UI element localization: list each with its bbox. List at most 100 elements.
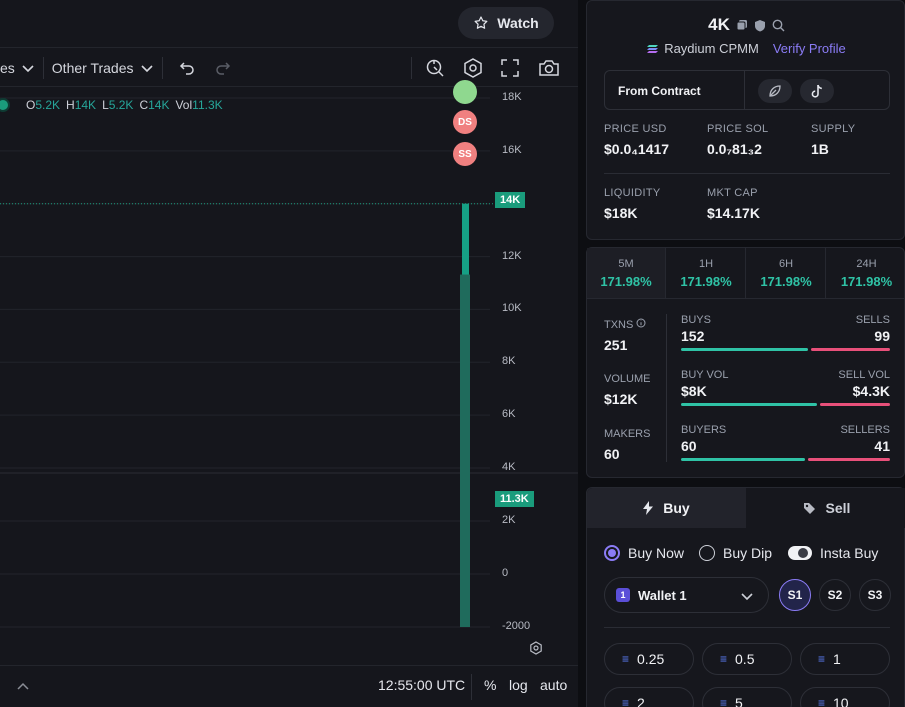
- makers-label: MAKERS: [604, 428, 651, 440]
- timeframe-stats-card: 5M 171.98% 1H 171.98% 6H 171.98% 24H 171…: [586, 247, 905, 478]
- trades-dropdown[interactable]: Other Trades: [52, 49, 154, 87]
- tab-6h[interactable]: 6H 171.98%: [747, 248, 826, 298]
- amount-button[interactable]: ≡ 2: [604, 687, 694, 707]
- solana-icon: ≡: [622, 652, 630, 666]
- chevron-up-icon[interactable]: [16, 680, 30, 694]
- tab-24h[interactable]: 24H 171.98%: [827, 248, 905, 298]
- price-axis-tick: 8K: [502, 355, 516, 368]
- settings-hex-icon[interactable]: [462, 57, 484, 79]
- stat-value: 0.0₇81₃2: [707, 141, 762, 157]
- toggle-switch: [788, 546, 812, 560]
- chevron-down-icon: [740, 589, 754, 603]
- volume-tag: 11.3K: [495, 491, 534, 507]
- shield-icon[interactable]: [754, 19, 766, 32]
- auto-toggle[interactable]: auto: [540, 677, 567, 693]
- buys-sells-bar: [681, 348, 890, 351]
- amount-button[interactable]: ≡ 10: [800, 687, 890, 707]
- buys-value: 152: [681, 328, 705, 344]
- undo-icon[interactable]: [177, 59, 195, 77]
- slot-s2-button[interactable]: S2: [819, 579, 851, 611]
- volume-bar: [460, 274, 470, 627]
- insta-buy-label: Insta Buy: [820, 545, 879, 561]
- stat-label: LIQUIDITY: [604, 187, 661, 199]
- copy-icon[interactable]: [736, 19, 748, 31]
- toolbar-divider: [410, 56, 412, 79]
- sellers-label: SELLERS: [840, 424, 890, 436]
- series-dot: [0, 100, 8, 110]
- trade-marker[interactable]: [453, 80, 477, 104]
- amount-label: 0.25: [637, 651, 665, 667]
- buy-now-option[interactable]: Buy Now: [604, 545, 684, 561]
- stat-label: PRICE SOL: [707, 123, 769, 135]
- ohlc-legend: O 5.2K H 14K L 5.2K C 14K Vol 11.3K: [0, 98, 223, 112]
- buyvol-label: BUY VOL: [681, 369, 729, 381]
- insta-buy-toggle[interactable]: Insta Buy: [788, 545, 878, 561]
- buy-bar: [681, 458, 806, 461]
- info-icon[interactable]: [636, 318, 646, 328]
- amount-label: 1: [833, 651, 841, 667]
- token-subtitle-row: Raydium CPMM Verify Profile: [587, 41, 905, 56]
- tab-1h[interactable]: 1H 171.98%: [667, 248, 746, 298]
- txns-label-row: TXNS: [604, 318, 646, 331]
- price-axis-tick: 2K: [502, 514, 516, 526]
- buy-dip-option[interactable]: Buy Dip: [699, 545, 772, 561]
- radio-unselected: [699, 545, 715, 561]
- camera-icon[interactable]: [538, 58, 560, 78]
- stat-value: $0.0₄1417: [604, 141, 670, 157]
- tab-sell[interactable]: Sell: [747, 488, 905, 528]
- txns-label: TXNS: [604, 319, 634, 331]
- buyers-value: 60: [681, 438, 697, 454]
- fullscreen-icon[interactable]: [500, 58, 520, 78]
- solana-icon: ≡: [720, 696, 728, 707]
- contract-row: From Contract: [604, 70, 890, 110]
- chevron-down-icon: [21, 61, 35, 75]
- buy-tab-label: Buy: [663, 500, 690, 516]
- slot-s1-button[interactable]: S1: [779, 579, 811, 611]
- indicator-dropdown-label: es: [0, 59, 15, 76]
- redo-icon[interactable]: [215, 59, 233, 77]
- ohlc-high-label: H: [66, 98, 75, 112]
- timeframe-change: 171.98%: [760, 273, 812, 289]
- price-axis-tick: 16K: [502, 143, 522, 156]
- price-axis-tick: 18K: [502, 91, 522, 103]
- log-toggle[interactable]: log: [509, 677, 528, 693]
- amount-button[interactable]: ≡ 0.25: [604, 643, 694, 675]
- price-chart[interactable]: O 5.2K H 14K L 5.2K C 14K Vol 11.3K DS S…: [0, 80, 578, 665]
- amount-label: 0.5: [735, 651, 755, 667]
- buyvol-sellvol-row: BUY VOL SELL VOL $8K $4.3K: [681, 369, 890, 406]
- watch-button[interactable]: Watch: [458, 7, 554, 39]
- tab-5m[interactable]: 5M 171.98%: [587, 248, 666, 298]
- buy-bar: [681, 348, 808, 351]
- timeframe-change: 171.98%: [680, 273, 732, 289]
- makers-metric: MAKERS 60: [604, 428, 650, 462]
- price-axis-tick: 0: [502, 567, 509, 579]
- stat-label: SUPPLY: [811, 123, 856, 135]
- slot-s3-button[interactable]: S3: [859, 579, 891, 611]
- tab-buy[interactable]: Buy: [587, 488, 746, 528]
- percent-toggle[interactable]: %: [484, 677, 496, 693]
- ohlc-vol-label: Vol: [175, 98, 193, 112]
- verify-profile-link[interactable]: Verify Profile: [773, 41, 846, 56]
- stat-label: MKT CAP: [707, 187, 758, 199]
- price-axis-tick: 12K: [502, 249, 522, 262]
- indicators-icon[interactable]: [424, 57, 446, 79]
- indicator-dropdown[interactable]: es: [0, 49, 35, 87]
- search-icon[interactable]: [772, 19, 785, 32]
- platform-name: Raydium CPMM: [664, 41, 759, 56]
- wallet-selector[interactable]: 1 Wallet 1: [604, 577, 769, 613]
- tiktok-button[interactable]: [800, 79, 834, 103]
- last-price-tag: 14K: [495, 192, 526, 208]
- utc-time[interactable]: 12:55:00 UTC: [378, 677, 465, 693]
- trade-marker-ss[interactable]: SS: [453, 142, 477, 166]
- amount-button[interactable]: ≡ 5: [702, 687, 792, 707]
- amount-button[interactable]: ≡ 0.5: [702, 643, 792, 675]
- solana-icon: ≡: [622, 696, 630, 707]
- timeframe-divider: [587, 298, 905, 299]
- star-icon: [473, 15, 489, 31]
- stat-value: 1B: [811, 141, 829, 157]
- trade-marker-ds[interactable]: DS: [453, 110, 477, 134]
- amount-button[interactable]: ≡ 1: [800, 643, 890, 675]
- price-usd-stat: PRICE USD $0.0₄1417: [604, 123, 669, 157]
- website-button[interactable]: [758, 79, 792, 103]
- amount-label: 10: [833, 695, 849, 707]
